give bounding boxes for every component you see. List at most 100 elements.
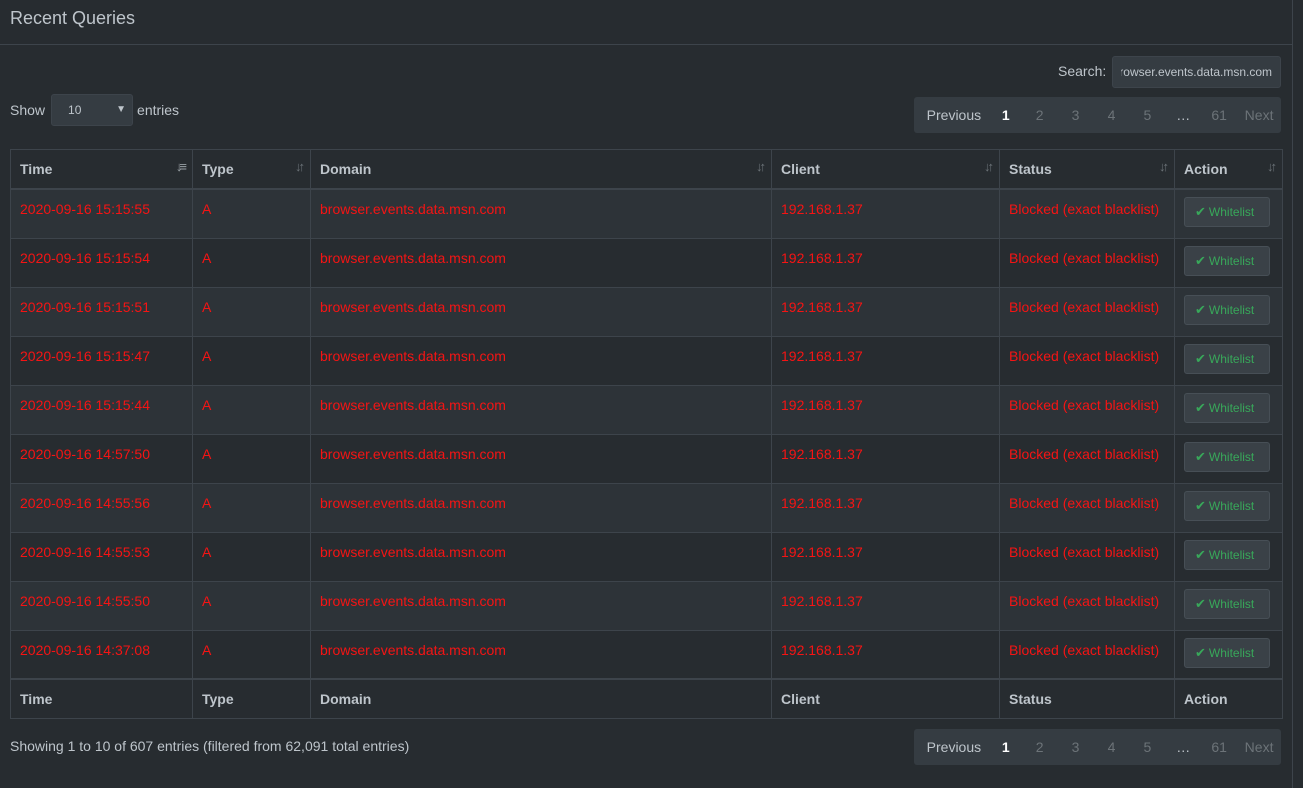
table-row: 2020-09-16 14:55:56 Abrowser.events.data.… xyxy=(10,482,1283,533)
cell-client: 192.168.1.37 xyxy=(771,629,1000,680)
cell-time: 2020-09-16 15:15:55 xyxy=(10,188,193,239)
check-icon: ✔ xyxy=(1195,497,1206,513)
cell-client: 192.168.1.37 xyxy=(771,335,1000,386)
column-header-action[interactable]: Action ↓↑ xyxy=(1174,149,1283,190)
column-header-client[interactable]: Client ↓↑ xyxy=(771,149,1000,190)
cell-time: 2020-09-16 14:55:50 xyxy=(10,580,193,631)
cell-domain: browser.events.data.msn.com xyxy=(310,433,772,484)
page-button-last-bottom[interactable]: 61 xyxy=(1201,729,1237,765)
column-footer-action: Action xyxy=(1174,678,1283,719)
column-header-time[interactable]: Time ↓≡ xyxy=(10,149,193,190)
column-footer-status: Status xyxy=(999,678,1175,719)
sort-amount-desc-icon[interactable]: ↓≡ xyxy=(176,159,187,174)
whitelist-button[interactable]: ✔ Whitelist xyxy=(1184,343,1270,374)
cell-status: Blocked (exact blacklist) xyxy=(999,482,1175,533)
cell-type: A xyxy=(192,433,311,484)
page-button-3[interactable]: 3 xyxy=(1058,97,1094,133)
cell-status: Blocked (exact blacklist) xyxy=(999,237,1175,288)
cell-client: 192.168.1.37 xyxy=(771,531,1000,582)
page-button-4-bottom[interactable]: 4 xyxy=(1094,729,1130,765)
cell-type: A xyxy=(192,286,311,337)
whitelist-button-label: Whitelist xyxy=(1208,645,1255,660)
previous-button[interactable]: Previous xyxy=(914,97,990,133)
table-row: 2020-09-16 15:15:51 Abrowser.events.data.… xyxy=(10,286,1283,337)
page-button-2-bottom[interactable]: 2 xyxy=(1022,729,1058,765)
cell-type: A xyxy=(192,482,311,533)
sort-icon[interactable]: ↓↑ xyxy=(1159,159,1169,174)
sort-icon[interactable]: ↓↑ xyxy=(295,159,305,174)
whitelist-button[interactable]: ✔ Whitelist xyxy=(1184,490,1270,521)
whitelist-button-label: Whitelist xyxy=(1208,302,1255,317)
page-length-select[interactable]: 10 ▼ xyxy=(51,94,134,126)
cell-status: Blocked (exact blacklist) xyxy=(999,286,1175,337)
page-button-1[interactable]: 1 xyxy=(990,97,1022,133)
entries-label: entries xyxy=(137,102,180,118)
column-header-domain[interactable]: Domain ↓↑ xyxy=(310,149,772,190)
sort-icon[interactable]: ↓↑ xyxy=(984,159,994,174)
cell-type: A xyxy=(192,629,311,680)
cell-action: ✔ Whitelist xyxy=(1174,580,1283,631)
page-button-3-bottom[interactable]: 3 xyxy=(1058,729,1094,765)
check-icon: ✔ xyxy=(1195,448,1206,464)
recent-queries-panel: Recent Queries Search: Show 10 ▼ entries… xyxy=(0,0,1293,788)
chevron-down-icon: ▼ xyxy=(116,104,127,115)
cell-status: Blocked (exact blacklist) xyxy=(999,629,1175,680)
page-button-2[interactable]: 2 xyxy=(1022,97,1058,133)
whitelist-button[interactable]: ✔ Whitelist xyxy=(1184,245,1270,276)
cell-domain: browser.events.data.msn.com xyxy=(310,286,772,337)
sort-icon[interactable]: ↓↑ xyxy=(756,159,766,174)
page-button-4[interactable]: 4 xyxy=(1094,97,1130,133)
column-footer-domain: Domain xyxy=(310,678,772,719)
next-button[interactable]: Next xyxy=(1237,97,1281,133)
cell-client: 192.168.1.37 xyxy=(771,188,1000,239)
whitelist-button[interactable]: ✔ Whitelist xyxy=(1184,637,1270,668)
cell-time: 2020-09-16 14:37:08 xyxy=(10,629,193,680)
page-button-5[interactable]: 5 xyxy=(1129,97,1165,133)
whitelist-button[interactable]: ✔ Whitelist xyxy=(1184,294,1270,325)
whitelist-button[interactable]: ✔ Whitelist xyxy=(1184,539,1270,570)
cell-domain: browser.events.data.msn.com xyxy=(310,629,772,680)
page-button-last[interactable]: 61 xyxy=(1201,97,1237,133)
check-icon: ✔ xyxy=(1195,252,1206,268)
pagination-ellipsis: … xyxy=(1176,107,1191,123)
cell-domain: browser.events.data.msn.com xyxy=(310,580,772,631)
page-length-control: Show 10 ▼ entries xyxy=(10,94,179,126)
column-header-status[interactable]: Status ↓↑ xyxy=(999,149,1175,190)
table-row: 2020-09-16 15:15:44 Abrowser.events.data.… xyxy=(10,384,1283,435)
pagination-bottom: Previous 1 2 3 4 5 … 61 Next xyxy=(914,729,1281,765)
check-icon: ✔ xyxy=(1195,399,1206,415)
cell-action: ✔ Whitelist xyxy=(1174,531,1283,582)
previous-button-bottom[interactable]: Previous xyxy=(914,729,990,765)
table-body: 2020-09-16 15:15:55 Abrowser.events.data.… xyxy=(10,188,1283,680)
check-icon: ✔ xyxy=(1195,546,1206,562)
cell-domain: browser.events.data.msn.com xyxy=(310,482,772,533)
cell-action: ✔ Whitelist xyxy=(1174,286,1283,337)
page-button-5-bottom[interactable]: 5 xyxy=(1129,729,1165,765)
cell-action: ✔ Whitelist xyxy=(1174,482,1283,533)
whitelist-button[interactable]: ✔ Whitelist xyxy=(1184,197,1270,227)
cell-type: A xyxy=(192,384,311,435)
sort-icon[interactable]: ↓↑ xyxy=(1267,159,1277,174)
cell-status: Blocked (exact blacklist) xyxy=(999,580,1175,631)
whitelist-button-label: Whitelist xyxy=(1208,547,1255,562)
whitelist-button-label: Whitelist xyxy=(1208,253,1255,268)
whitelist-button[interactable]: ✔ Whitelist xyxy=(1184,441,1270,472)
next-button-bottom[interactable]: Next xyxy=(1237,729,1281,765)
table-info: Showing 1 to 10 of 607 entries (filtered… xyxy=(10,738,410,754)
queries-table: Time ↓≡ Type ↓↑ Domain ↓↑ Client ↓↑ Status ↓↑ Acti… xyxy=(10,149,1283,719)
column-header-type[interactable]: Type ↓↑ xyxy=(192,149,311,190)
search-input[interactable] xyxy=(1112,56,1281,88)
table-footer-row: Time Type Domain Client Status Action xyxy=(10,678,1283,719)
cell-time: 2020-09-16 14:55:53 xyxy=(10,531,193,582)
cell-domain: browser.events.data.msn.com xyxy=(310,335,772,386)
whitelist-button[interactable]: ✔ Whitelist xyxy=(1184,588,1270,619)
cell-status: Blocked (exact blacklist) xyxy=(999,433,1175,484)
cell-domain: browser.events.data.msn.com xyxy=(310,188,772,239)
whitelist-button[interactable]: ✔ Whitelist xyxy=(1184,392,1270,423)
cell-type: A xyxy=(192,531,311,582)
cell-client: 192.168.1.37 xyxy=(771,482,1000,533)
page-button-1-bottom[interactable]: 1 xyxy=(990,729,1022,765)
cell-action: ✔ Whitelist xyxy=(1174,384,1283,435)
whitelist-button-label: Whitelist xyxy=(1208,449,1255,464)
panel-title: Recent Queries xyxy=(10,8,136,28)
